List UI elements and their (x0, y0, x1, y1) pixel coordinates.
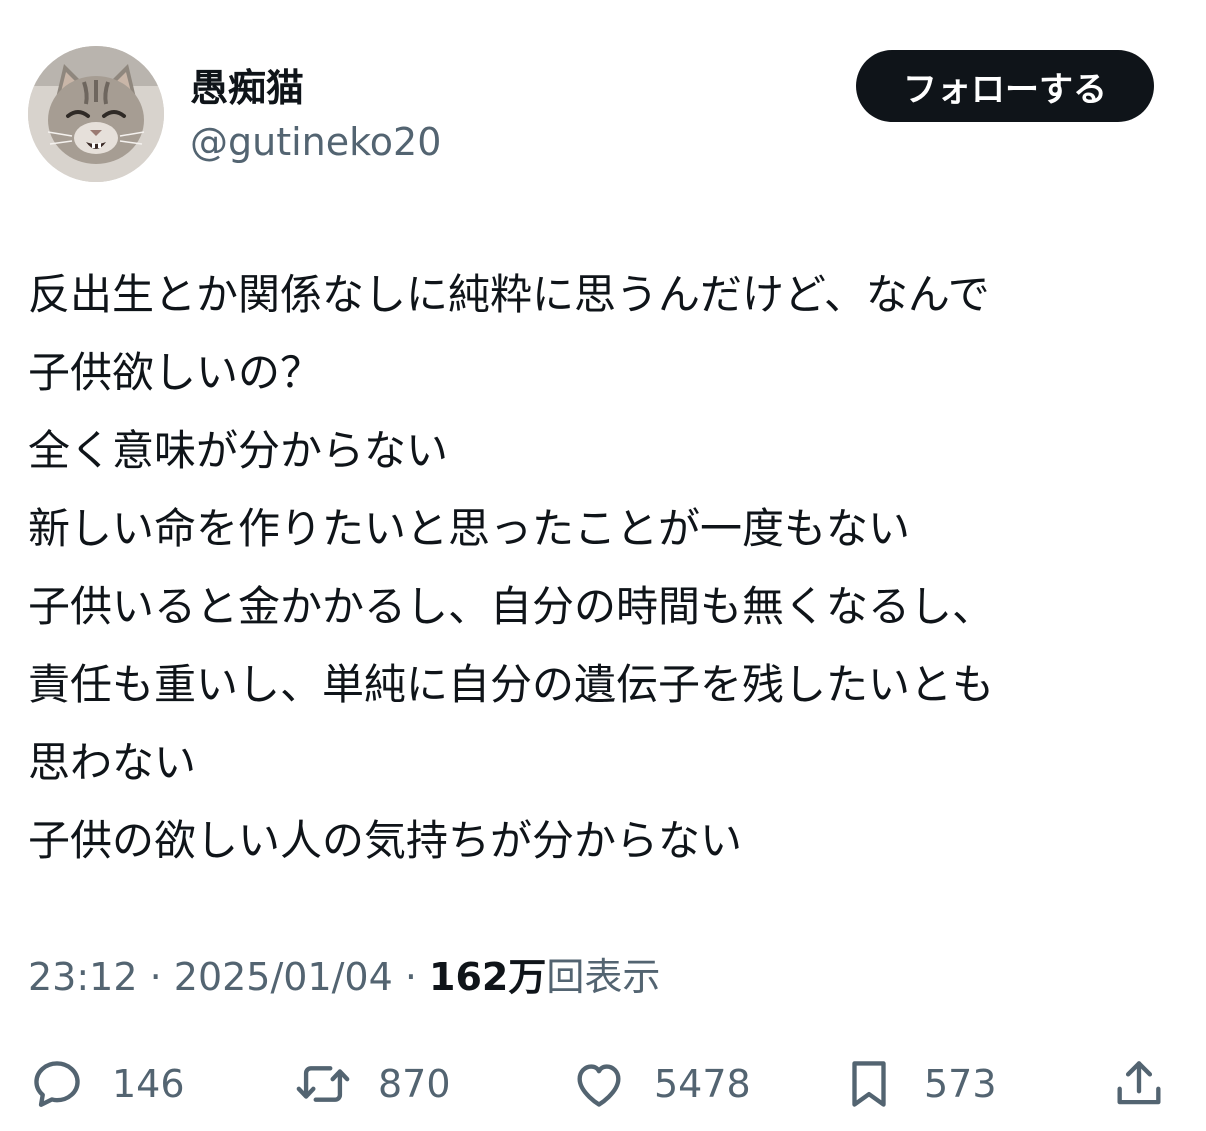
retweet-icon (296, 1066, 350, 1102)
like-button[interactable]: 5478 (570, 1052, 751, 1116)
tweet-text-line: 子供いると金かかるし、自分の時間も無くなるし、 (28, 582, 995, 631)
retweet-button[interactable]: 870 (294, 1052, 451, 1116)
tweet-text-line: 新しい命を作りたいと思ったことが一度もない (28, 504, 911, 553)
bookmark-count: 573 (924, 1062, 997, 1106)
tweet-text-line: 子供の欲しい人の気持ちが分からない (28, 816, 743, 865)
meta-separator: · (392, 955, 430, 999)
tweet-text-line: 全く意味が分からない (28, 426, 449, 475)
avatar[interactable] (28, 46, 164, 182)
bookmark-icon (852, 1061, 886, 1107)
reply-icon (34, 1061, 80, 1107)
bookmark-button[interactable]: 573 (840, 1052, 997, 1116)
action-bar: 146 870 5478 573 (28, 1052, 1178, 1116)
views-count: 162万 (429, 955, 547, 999)
retweet-count: 870 (378, 1062, 451, 1106)
like-count: 5478 (654, 1062, 751, 1106)
tweet-text-line: 責任も重いし、単純に自分の遺伝子を残したいとも (28, 660, 995, 709)
tweet-time[interactable]: 23:12 (28, 955, 138, 999)
follow-button[interactable]: フォローする (856, 50, 1154, 122)
meta-separator: · (137, 955, 174, 999)
heart-icon (577, 1064, 621, 1107)
reply-count: 146 (112, 1062, 185, 1106)
display-name[interactable]: 愚痴猫 (190, 64, 304, 112)
reply-button[interactable]: 146 (28, 1052, 185, 1116)
tweet-card: 愚痴猫 @gutineko20 フォローする 反出生とか関係なしに純粋に思うんだ… (0, 0, 1206, 1131)
tweet-text-line: 思わない (28, 738, 197, 787)
tweet-text-line: 反出生とか関係なしに純粋に思うんだけど、なんで (28, 270, 990, 319)
tweet-meta: 23:12 · 2025/01/04 · 162万回表示 (28, 952, 660, 1002)
tweet-date[interactable]: 2025/01/04 (174, 955, 393, 999)
views-label: 回表示 (546, 955, 661, 999)
tweet-text: 反出生とか関係なしに純粋に思うんだけど、なんで 子供欲しいの？ 全く意味が分から… (28, 256, 1178, 880)
user-handle[interactable]: @gutineko20 (190, 118, 441, 166)
cat-avatar-icon (28, 46, 164, 182)
tweet-text-line: 子供欲しいの？ (28, 348, 323, 397)
share-icon (1117, 1061, 1161, 1105)
share-button[interactable] (1110, 1052, 1168, 1116)
